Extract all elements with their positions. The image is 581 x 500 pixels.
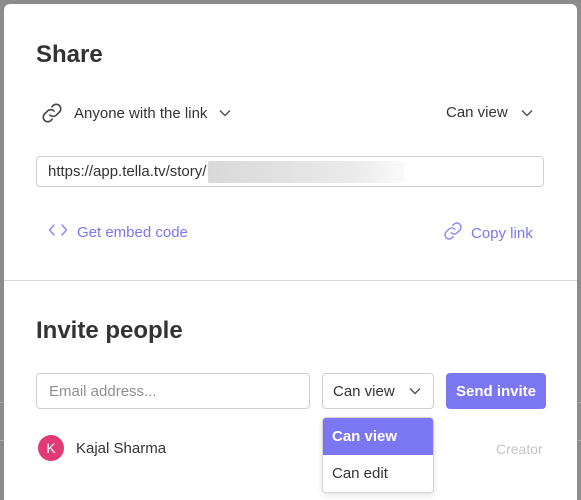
get-embed-code-button[interactable]: Get embed code — [48, 223, 188, 242]
invite-permission-value: Can view — [333, 382, 395, 400]
share-title: Share — [36, 41, 103, 68]
option-can-view[interactable]: Can view — [323, 418, 433, 455]
redacted-url-segment — [208, 160, 405, 183]
chevron-down-icon — [521, 109, 533, 117]
chevron-down-icon — [219, 109, 231, 117]
link-icon — [40, 101, 64, 125]
share-url-field[interactable]: https://app.tella.tv/story/ — [36, 156, 544, 187]
chevron-down-icon — [409, 387, 421, 395]
share-modal: Share Anyone with the link Can view http… — [4, 4, 577, 500]
member-name: Kajal Sharma — [76, 440, 167, 457]
copy-link-label: Copy link — [471, 225, 533, 242]
avatar: K — [38, 435, 64, 461]
section-divider — [4, 280, 577, 281]
invite-title: Invite people — [36, 317, 183, 344]
share-url-text: https://app.tella.tv/story/ — [48, 163, 207, 180]
copy-link-button[interactable]: Copy link — [442, 220, 533, 247]
link-icon — [442, 220, 464, 247]
email-input[interactable] — [36, 373, 310, 409]
invite-permission-select[interactable]: Can view — [322, 373, 434, 409]
member-role: Creator — [496, 441, 543, 457]
link-access-dropdown[interactable]: Anyone with the link — [40, 101, 231, 125]
code-icon — [48, 223, 68, 242]
permission-dropdown-menu: Can view Can edit — [322, 417, 434, 493]
send-invite-button[interactable]: Send invite — [446, 373, 546, 409]
link-permission-label: Can view — [446, 104, 508, 121]
option-can-edit[interactable]: Can edit — [323, 455, 433, 492]
link-permission-dropdown[interactable]: Can view — [446, 104, 533, 121]
link-access-label: Anyone with the link — [74, 104, 208, 122]
get-embed-code-label: Get embed code — [77, 224, 188, 241]
